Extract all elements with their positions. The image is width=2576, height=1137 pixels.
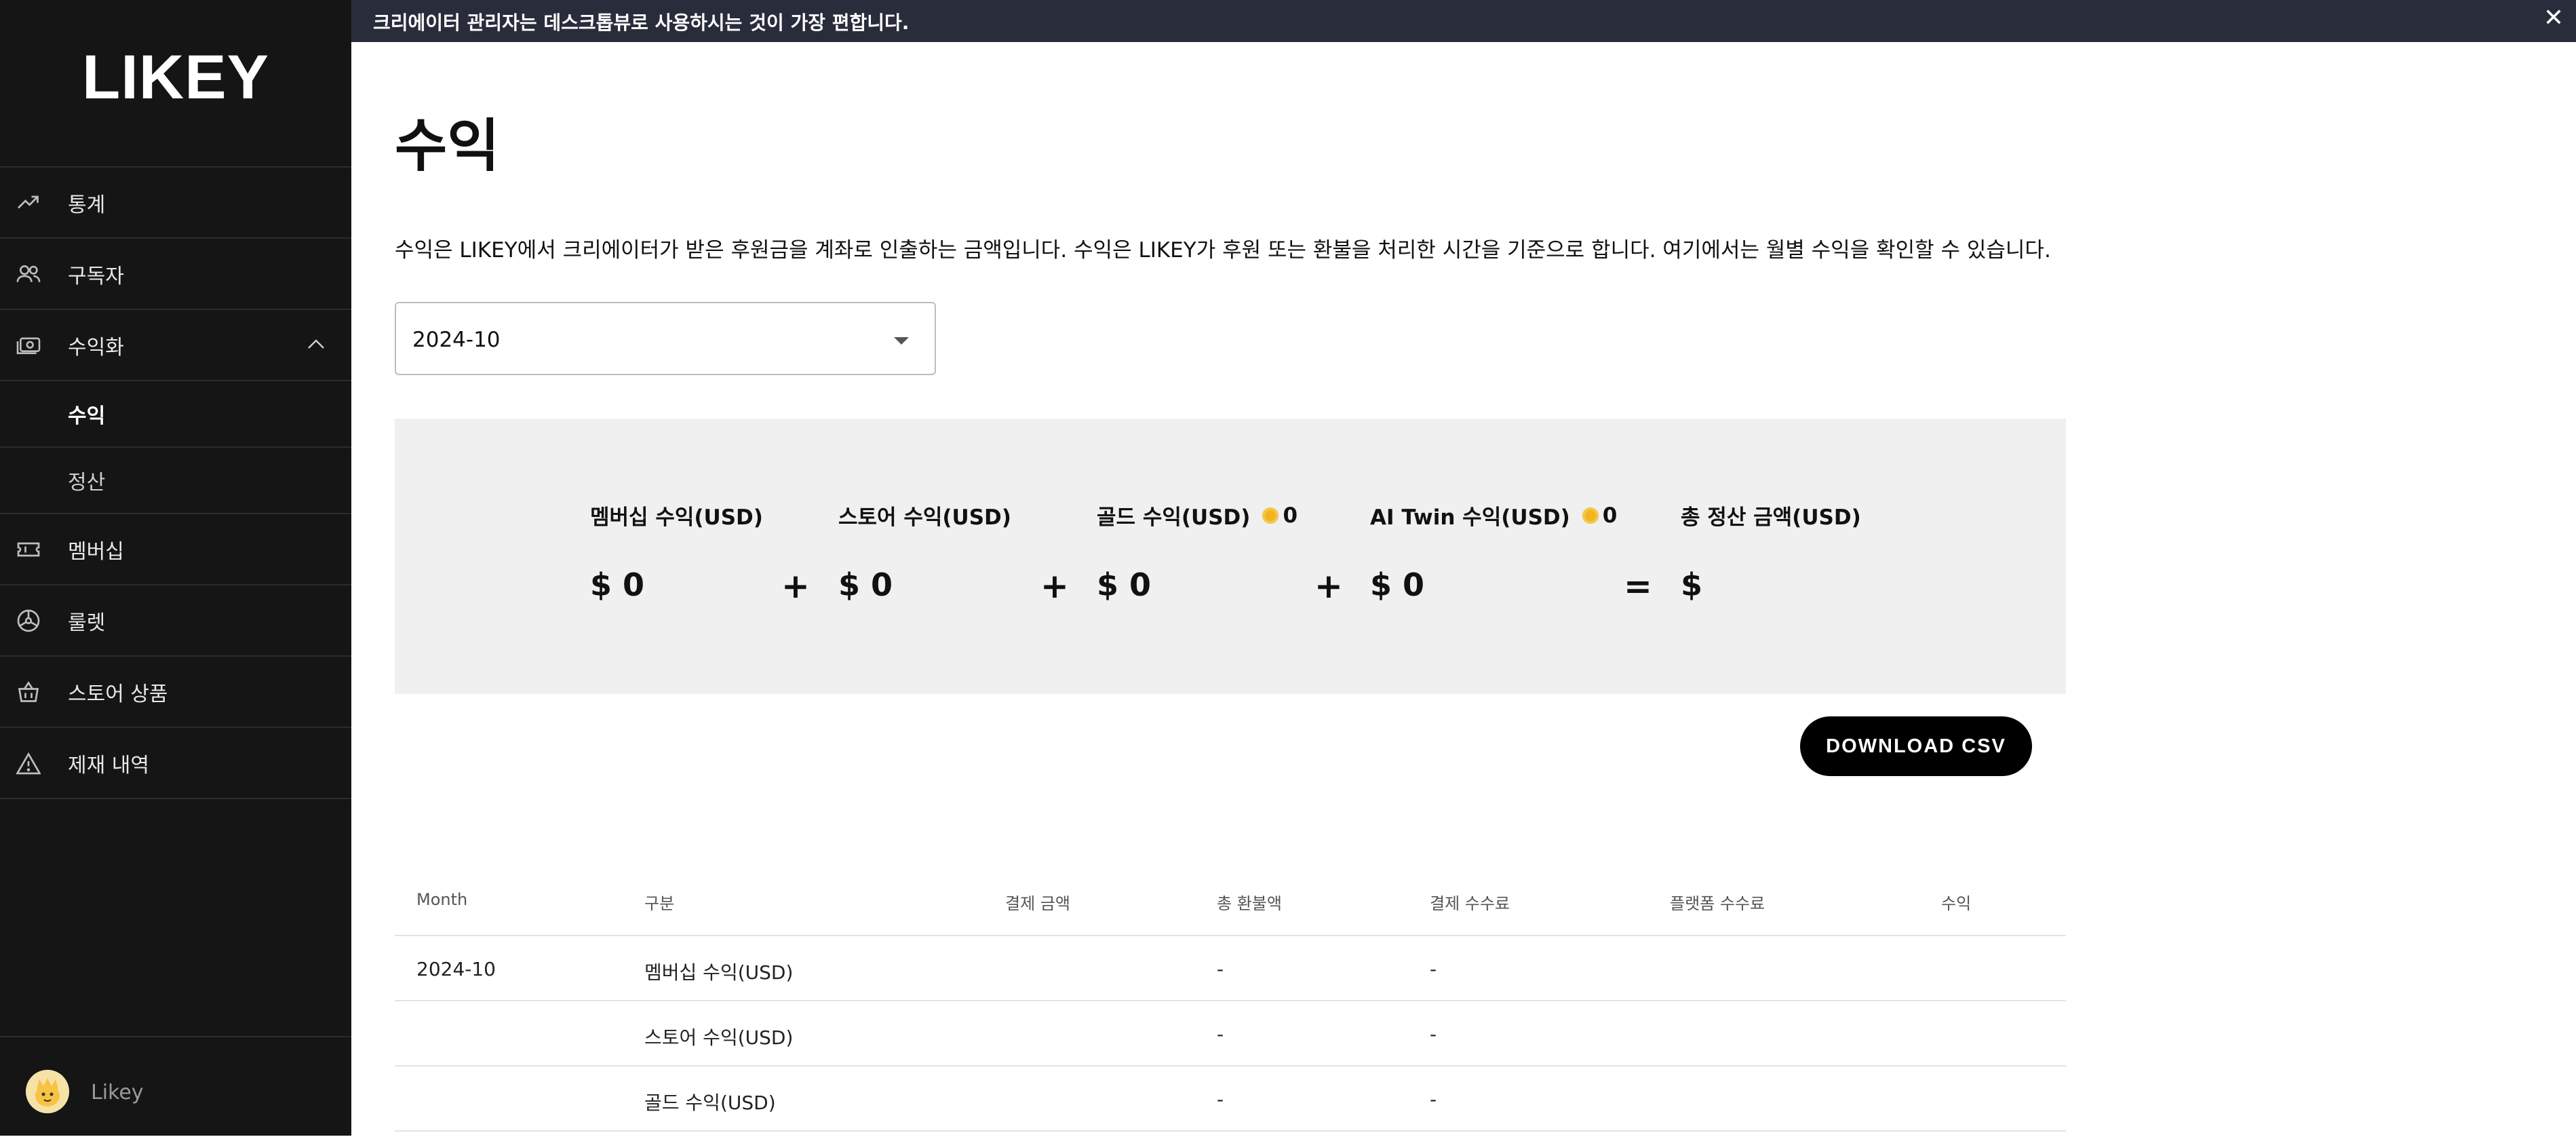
cell-refund: - (1217, 1088, 1224, 1111)
download-csv-button[interactable]: DOWNLOAD CSV (1800, 716, 2032, 776)
column-header[interactable]: 총 환불액 (1217, 890, 1282, 914)
summary-label-row: 골드 수익(USD) 0 (1097, 500, 1297, 531)
summary-label-row: AI Twin 수익(USD) 0 (1370, 500, 1617, 531)
column-header[interactable]: 플랫폼 수수료 (1670, 890, 1765, 914)
close-icon[interactable]: ✕ (2543, 4, 2564, 32)
caret-down-icon (894, 337, 909, 345)
sidebar-item-sanctions[interactable]: 제재 내역 (0, 727, 351, 798)
cell-category: 골드 수익(USD) (644, 1092, 776, 1114)
ticket-icon (15, 536, 42, 563)
sidebar-item-revenue[interactable]: 수익 (0, 380, 351, 446)
gold-coin-icon (1582, 507, 1599, 524)
table-row: 골드 수익(USD) - - (395, 1066, 2066, 1132)
sidebar-item-label: 수익화 (68, 335, 124, 360)
summary-label: AI Twin 수익(USD) (1370, 505, 1570, 530)
table-header: Month 구분 결제 금액 총 환불액 결제 수수료 플랫폼 수수료 수익 (395, 882, 2066, 936)
sidebar-item-monetization[interactable]: 수익화 (0, 309, 351, 380)
sidebar-item-label: 멤버십 (68, 539, 124, 564)
sidebar-item-label: 정산 (68, 471, 106, 495)
sidebar-item-roulette[interactable]: 룰렛 (0, 584, 351, 655)
logo[interactable]: LIKEY (0, 42, 351, 113)
summary-value: $ 0 (1097, 566, 1152, 603)
summary-label: 총 정산 금액(USD) (1681, 505, 1861, 530)
month-select[interactable]: 2024-10 (395, 302, 936, 375)
column-header[interactable]: Month (416, 890, 467, 909)
sidebar-item-membership[interactable]: 멤버십 (0, 513, 351, 584)
month-select-value: 2024-10 (412, 328, 501, 352)
avatar (26, 1070, 69, 1113)
summary-value: $ (1681, 566, 1703, 603)
sidebar-item-label: 스토어 상품 (68, 682, 168, 706)
trending-up-icon (15, 189, 42, 216)
page-description: 수익은 LIKEY에서 크리에이터가 받은 후원금을 계좌로 인출하는 금액입니… (395, 238, 2051, 263)
equals-sign: = (1624, 566, 1652, 606)
plus-sign: + (1040, 566, 1069, 606)
cell-payment-fee: - (1430, 1088, 1437, 1111)
revenue-summary: 멤버십 수익(USD) $ 0 + 스토어 수익(USD) $ 0 + 골드 수… (395, 419, 2066, 694)
summary-value: $ 0 (1370, 566, 1425, 603)
column-header[interactable]: 결제 금액 (1005, 890, 1070, 914)
column-header[interactable]: 구분 (644, 890, 674, 914)
table-row: 2024-10 멤버십 수익(USD) - - (395, 936, 2066, 1001)
user-profile[interactable]: Likey (0, 1036, 351, 1137)
table-row: 스토어 수익(USD) - - (395, 1001, 2066, 1066)
cell-category: 스토어 수익(USD) (644, 1026, 794, 1049)
banner-text: 크리에이터 관리자는 데스크톱뷰로 사용하시는 것이 가장 편합니다. (373, 12, 910, 34)
cell-month: 2024-10 (416, 958, 496, 980)
sidebar-item-label: 룰렛 (68, 611, 106, 635)
summary-label: 골드 수익(USD) (1097, 505, 1251, 530)
warning-icon (15, 750, 42, 777)
cell-refund: - (1217, 958, 1224, 980)
plus-sign: + (1314, 566, 1343, 606)
money-icon (15, 332, 42, 359)
cell-payment-fee: - (1430, 1023, 1437, 1045)
basket-icon (15, 678, 42, 706)
column-header[interactable]: 수익 (1941, 890, 1971, 914)
sidebar-divider (0, 798, 351, 799)
column-header[interactable]: 결제 수수료 (1430, 890, 1510, 914)
desktop-view-banner: 크리에이터 관리자는 데스크톱뷰로 사용하시는 것이 가장 편합니다. ✕ (351, 0, 2576, 42)
user-name: Likey (91, 1081, 144, 1104)
ai-twin-coin-count: 0 (1602, 503, 1618, 528)
summary-value: $ 0 (590, 566, 645, 603)
sidebar-item-subscribers[interactable]: 구독자 (0, 237, 351, 309)
gold-coin-icon (1262, 507, 1279, 524)
summary-label: 스토어 수익(USD) (838, 505, 1011, 530)
sidebar-item-label: 통계 (68, 193, 106, 217)
sidebar: LIKEY 통계 구독자 수익화 수익 정산 멤버십 룰렛 스토어 상품 제재 … (0, 0, 351, 1136)
sidebar-item-store-products[interactable]: 스토어 상품 (0, 655, 351, 727)
sidebar-item-label: 수익 (68, 404, 106, 428)
revenue-table: Month 구분 결제 금액 총 환불액 결제 수수료 플랫폼 수수료 수익 2… (395, 882, 2066, 1132)
roulette-icon (15, 607, 42, 634)
sidebar-item-label: 구독자 (68, 264, 124, 288)
cell-payment-fee: - (1430, 958, 1437, 980)
cell-refund: - (1217, 1023, 1224, 1045)
users-icon (15, 261, 42, 288)
page-title: 수익 (395, 113, 500, 179)
summary-label: 멤버십 수익(USD) (590, 505, 763, 530)
plus-sign: + (781, 566, 810, 606)
sidebar-item-stats[interactable]: 통계 (0, 166, 351, 237)
sidebar-nav: 통계 구독자 수익화 수익 정산 멤버십 룰렛 스토어 상품 제재 내역 (0, 166, 351, 799)
sidebar-item-label: 제재 내역 (68, 753, 149, 777)
sidebar-item-settlement[interactable]: 정산 (0, 446, 351, 513)
chevron-up-icon[interactable] (307, 338, 326, 353)
cell-category: 멤버십 수익(USD) (644, 961, 794, 984)
summary-value: $ 0 (838, 566, 893, 603)
gold-coin-count: 0 (1283, 503, 1298, 528)
